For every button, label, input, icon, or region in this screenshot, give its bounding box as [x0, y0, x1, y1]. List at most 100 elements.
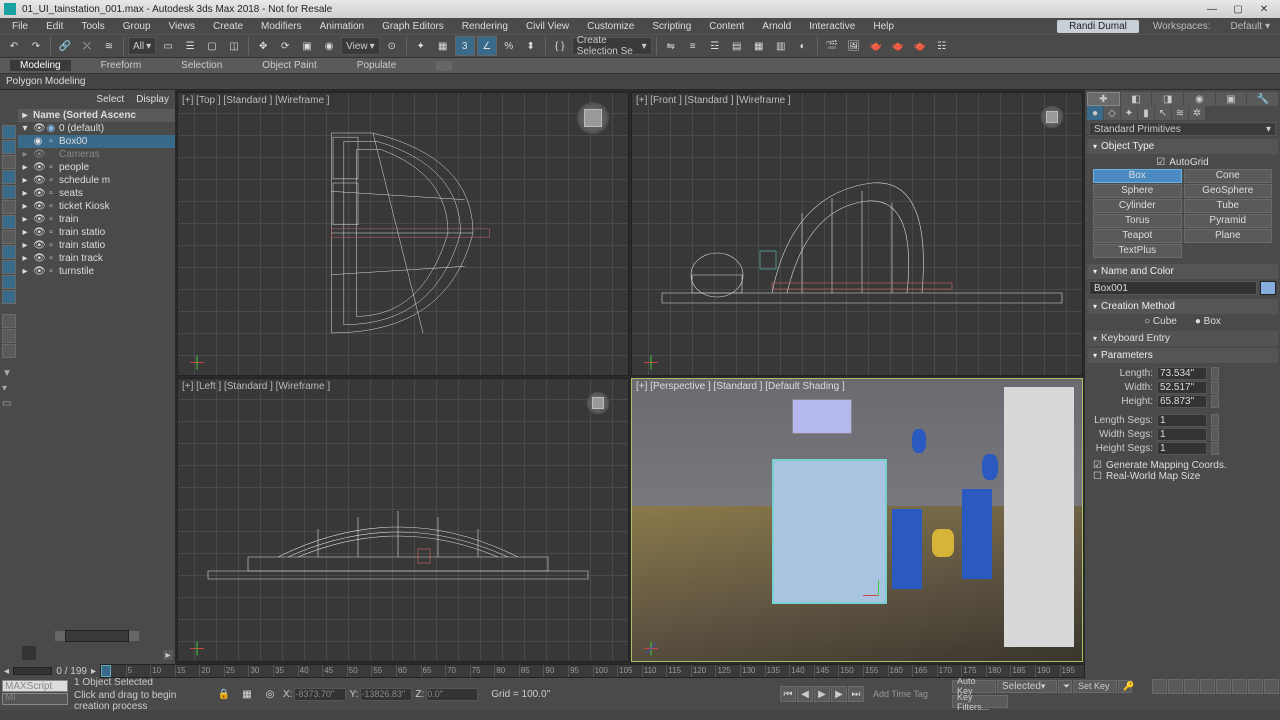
scene-hscroll[interactable]	[65, 630, 129, 642]
create-systems-icon[interactable]: ✲	[1189, 106, 1205, 120]
snap-toggle-3-button[interactable]: 3	[455, 36, 475, 56]
ribbon-tab-freeform[interactable]: Freeform	[91, 60, 152, 71]
scene-tool-3[interactable]	[2, 155, 16, 169]
move-button[interactable]: ✥	[253, 36, 273, 56]
render-frame-button[interactable]: 🖼	[844, 36, 864, 56]
bind-button[interactable]: ≋	[99, 36, 119, 56]
goto-start-button[interactable]: ⏮	[780, 686, 796, 702]
select-object-button[interactable]: ▭	[158, 36, 178, 56]
panel-tab-create[interactable]: ✚	[1087, 92, 1120, 106]
prim-cone-button[interactable]: Cone	[1184, 169, 1273, 183]
isolation-icon[interactable]: ◎	[260, 684, 280, 704]
render-iter-button[interactable]: 🫖	[888, 36, 908, 56]
signed-in-user[interactable]: Randi Dumal	[1057, 20, 1139, 33]
key-mode-icon[interactable]: ⏷	[1058, 680, 1072, 693]
spinner-icon[interactable]	[1211, 414, 1219, 427]
scene-col-display[interactable]: Display	[136, 94, 169, 105]
prim-plane-button[interactable]: Plane	[1184, 229, 1273, 243]
prev-frame-button[interactable]: ◀	[797, 686, 813, 702]
ribbon-tab-modeling[interactable]: Modeling	[10, 60, 71, 71]
filter-icon[interactable]: ▼	[2, 368, 16, 382]
scene-tool-4[interactable]	[2, 170, 16, 184]
create-shapes-icon[interactable]: ◇	[1104, 106, 1120, 120]
orbit-button[interactable]	[1232, 679, 1247, 694]
layer-explorer-button[interactable]: ☲	[705, 36, 725, 56]
viewport-expand-icon[interactable]: ▸	[163, 650, 173, 660]
key-filter-dropdown[interactable]: Selected ▾	[997, 680, 1057, 693]
panel-tab-modify[interactable]: ◧	[1121, 92, 1152, 106]
mirror-button[interactable]: ⇋	[661, 36, 681, 56]
menu-tools[interactable]: Tools	[73, 21, 112, 32]
scene-item[interactable]: ▸👁▫turnstile	[18, 265, 175, 278]
realworld-checkbox[interactable]: ☐	[1093, 471, 1102, 482]
object-color-swatch[interactable]	[1260, 281, 1276, 295]
maxscript-mini[interactable]: MAXScript Mi	[2, 680, 68, 692]
radio-box[interactable]: Box	[1195, 316, 1221, 327]
link-button[interactable]: 🔗	[55, 36, 75, 56]
scene-tool-7[interactable]	[2, 215, 16, 229]
selected-box-object[interactable]	[772, 459, 887, 604]
rollout-object-type[interactable]: Object Type	[1087, 139, 1278, 154]
render-setup-button[interactable]: 🎬	[822, 36, 842, 56]
menu-modifiers[interactable]: Modifiers	[253, 21, 310, 32]
genmap-checkbox[interactable]: ☑	[1093, 460, 1102, 471]
prim-box-button[interactable]: Box	[1093, 169, 1182, 183]
rollout-name-color[interactable]: Name and Color	[1087, 264, 1278, 279]
coord-x[interactable]	[294, 688, 346, 701]
manipulate-button[interactable]: ✦	[411, 36, 431, 56]
key-icon[interactable]: 🔑	[1118, 680, 1132, 693]
placement-button[interactable]: ◉	[319, 36, 339, 56]
create-helpers-icon[interactable]: ↖	[1155, 106, 1171, 120]
render-online-button[interactable]: ☷	[932, 36, 952, 56]
goto-end-button[interactable]: ⏭	[848, 686, 864, 702]
scene-item[interactable]: ▸👁▫ticket Kiosk	[18, 200, 175, 213]
ribbon-tab-populate[interactable]: Populate	[347, 60, 406, 71]
scene-item-selected[interactable]: ◉▫Box00	[18, 135, 175, 148]
spinner-snap-button[interactable]: ⬍	[521, 36, 541, 56]
spinner-icon[interactable]	[1211, 395, 1219, 408]
width-segs-field[interactable]	[1157, 428, 1207, 441]
scene-tool-11[interactable]	[2, 275, 16, 289]
menu-civil-view[interactable]: Civil View	[518, 21, 577, 32]
toggle-ribbon-button[interactable]: ▤	[727, 36, 747, 56]
ribbon-toggle-icon[interactable]	[436, 61, 452, 71]
use-center-button[interactable]: ⊙	[382, 36, 402, 56]
ribbon-tab-object-paint[interactable]: Object Paint	[252, 60, 326, 71]
spinner-icon[interactable]	[1211, 367, 1219, 380]
create-lights-icon[interactable]: ✦	[1121, 106, 1137, 120]
percent-snap-button[interactable]: %	[499, 36, 519, 56]
time-tag[interactable]: Add Time Tag	[867, 689, 947, 699]
viewport-top[interactable]: [+] [Top ] [Standard ] [Wireframe ]	[177, 92, 629, 376]
rollout-parameters[interactable]: Parameters	[1087, 348, 1278, 363]
menu-create[interactable]: Create	[205, 21, 251, 32]
create-cameras-icon[interactable]: ▮	[1138, 106, 1154, 120]
maximize-viewport-button[interactable]	[1248, 679, 1263, 694]
keyboard-shortcut-button[interactable]: ▦	[433, 36, 453, 56]
material-editor-button[interactable]: ◐	[793, 36, 813, 56]
menu-file[interactable]: File	[4, 21, 36, 32]
angle-snap-button[interactable]: ∠	[477, 36, 497, 56]
height-field[interactable]	[1157, 395, 1207, 408]
menu-edit[interactable]: Edit	[38, 21, 71, 32]
scale-button[interactable]: ▣	[297, 36, 317, 56]
rollout-creation-method[interactable]: Creation Method	[1087, 299, 1278, 314]
rotate-button[interactable]: ⟳	[275, 36, 295, 56]
scene-corner-icon[interactable]	[22, 646, 36, 660]
redo-button[interactable]: ↷	[26, 36, 46, 56]
next-frame-button[interactable]: ▶	[831, 686, 847, 702]
coord-display-icon[interactable]: ▦	[237, 684, 257, 704]
menu-group[interactable]: Group	[115, 21, 159, 32]
maximize-button[interactable]: ▢	[1226, 2, 1250, 16]
scene-item[interactable]: ▸👁▫people	[18, 161, 175, 174]
scene-item[interactable]: ▸👁▫train	[18, 213, 175, 226]
render-prod-button[interactable]: 🫖	[866, 36, 886, 56]
height-segs-field[interactable]	[1157, 442, 1207, 455]
unlink-button[interactable]: ⤫	[77, 36, 97, 56]
scene-tool-5[interactable]	[2, 185, 16, 199]
edit-named-sel-button[interactable]: { }	[550, 36, 570, 56]
time-ruler[interactable]: 0510152025303540455055606570758085909510…	[100, 664, 1085, 678]
object-name-field[interactable]	[1089, 281, 1257, 295]
scene-tool-12[interactable]	[2, 290, 16, 304]
menu-views[interactable]: Views	[161, 21, 204, 32]
scene-tool-1[interactable]	[2, 125, 16, 139]
